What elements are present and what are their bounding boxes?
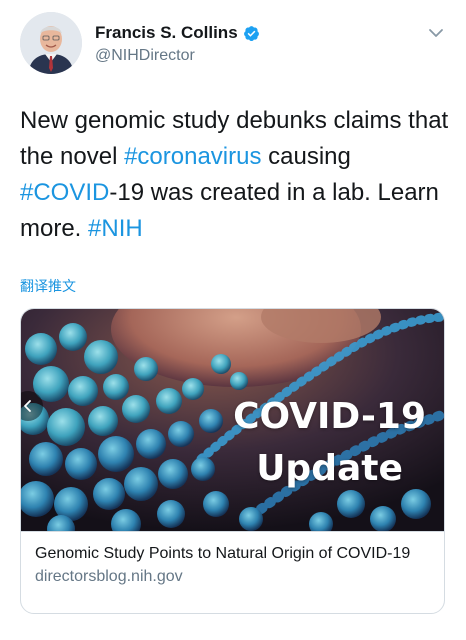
- tweet-text: New genomic study debunks claims that th…: [20, 103, 450, 247]
- chevron-left-icon: [24, 400, 31, 412]
- author-name[interactable]: Francis S. Collins: [95, 23, 238, 43]
- link-card[interactable]: COVID-19 Update Genomic Study Points to …: [20, 308, 445, 614]
- card-title[interactable]: Genomic Study Points to Natural Origin o…: [35, 544, 430, 564]
- card-overlay-line: COVID-19: [233, 396, 426, 437]
- tweet-text-segment: causing: [261, 143, 351, 170]
- card-body: Genomic Study Points to Natural Origin o…: [21, 531, 444, 613]
- author-row: Francis S. Collins: [95, 22, 260, 44]
- hashtag-link[interactable]: #NIH: [88, 215, 143, 242]
- hashtag-link[interactable]: #coronavirus: [124, 143, 261, 170]
- card-domain: directorsblog.nih.gov: [35, 568, 183, 585]
- chevron-down-icon[interactable]: [425, 22, 447, 44]
- avatar[interactable]: [20, 12, 82, 74]
- card-overlay-title: COVID-19 Update: [233, 391, 426, 495]
- card-overlay-line: Update: [256, 448, 403, 489]
- verified-badge-icon: [243, 25, 259, 41]
- author-handle[interactable]: @NIHDirector: [95, 47, 195, 65]
- translate-tweet-link[interactable]: 翻译推文: [20, 276, 76, 296]
- hashtag-link[interactable]: #COVID: [20, 179, 109, 206]
- card-image: COVID-19 Update: [21, 309, 444, 531]
- avatar-image: [20, 12, 82, 74]
